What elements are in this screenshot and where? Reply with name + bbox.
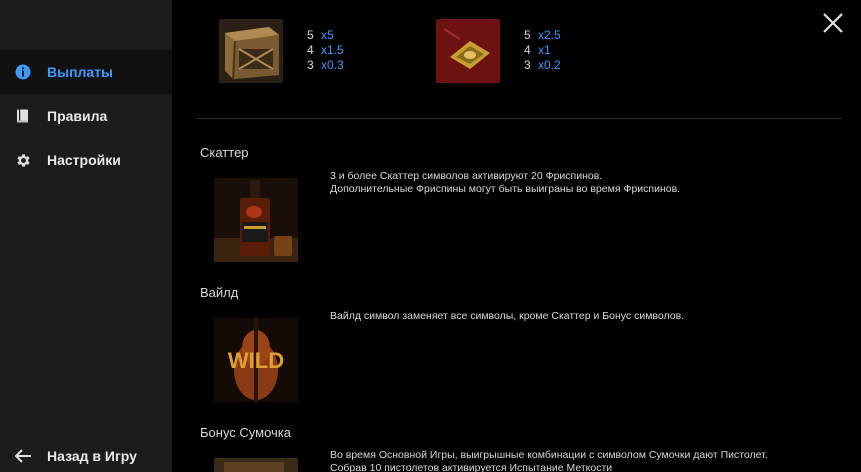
count: 4: [307, 43, 314, 57]
bonus-description: Во время Основной Игры, выигрышные комби…: [330, 449, 768, 472]
paytable-crate: 5 x5 4 x1.5 3 x0.3: [307, 28, 344, 73]
sidebar-item-label: Настройки: [47, 152, 121, 168]
whiskey-symbol-image: [214, 178, 298, 262]
multiplier: x2.5: [538, 28, 561, 42]
multiplier: x1.5: [321, 43, 344, 57]
crate-symbol-image: [219, 19, 283, 83]
back-to-game-button[interactable]: Назад в Игру: [0, 440, 172, 472]
wild-description: Вайлд символ заменяет все символы, кроме…: [330, 310, 685, 322]
sidebar-item-payouts[interactable]: Выплаты: [0, 50, 172, 94]
pay-row: 4 x1: [524, 43, 561, 58]
multiplier: x5: [321, 28, 334, 42]
ashtray-symbol-image: [436, 19, 500, 83]
back-label: Назад в Игру: [47, 448, 137, 464]
pay-row: 5 x2.5: [524, 28, 561, 43]
close-icon: [823, 13, 843, 33]
wild-symbol-image: WILD: [214, 318, 298, 402]
sidebar-item-rules[interactable]: Правила: [0, 94, 172, 138]
pay-row: 4 x1.5: [307, 43, 344, 58]
multiplier: x0.3: [321, 58, 344, 72]
count: 3: [307, 58, 314, 72]
arrow-left-icon: [14, 447, 32, 465]
count: 5: [524, 28, 531, 42]
close-button[interactable]: [822, 12, 844, 34]
main-content[interactable]: 5 x5 4 x1.5 3 x0.3 5 x2.5 4 x1 3 x0.2 Скаттер: [172, 0, 861, 472]
wild-title: Вайлд: [200, 285, 239, 300]
scatter-description: 3 и более Скаттер символов активируют 20…: [330, 170, 681, 195]
pay-row: 5 x5: [307, 28, 344, 43]
pay-row: 3 x0.3: [307, 58, 344, 73]
divider: [196, 118, 842, 119]
book-icon: [14, 107, 32, 125]
sidebar-item-label: Выплаты: [47, 64, 114, 80]
sidebar-item-label: Правила: [47, 108, 108, 124]
count: 4: [524, 43, 531, 57]
gear-icon: [14, 151, 32, 169]
multiplier: x1: [538, 43, 551, 57]
count: 3: [524, 58, 531, 72]
bonus-title: Бонус Сумочка: [200, 425, 292, 440]
count: 5: [307, 28, 314, 42]
sidebar: Выплаты Правила Настройки Назад в Игру: [0, 0, 172, 472]
bag-symbol-image: [214, 458, 298, 472]
paytable-ashtray: 5 x2.5 4 x1 3 x0.2: [524, 28, 561, 73]
wild-image-text: WILD: [228, 348, 284, 373]
multiplier: x0.2: [538, 58, 561, 72]
scatter-title: Скаттер: [200, 145, 249, 160]
pay-row: 3 x0.2: [524, 58, 561, 73]
sidebar-item-settings[interactable]: Настройки: [0, 138, 172, 182]
info-icon: [14, 63, 32, 81]
